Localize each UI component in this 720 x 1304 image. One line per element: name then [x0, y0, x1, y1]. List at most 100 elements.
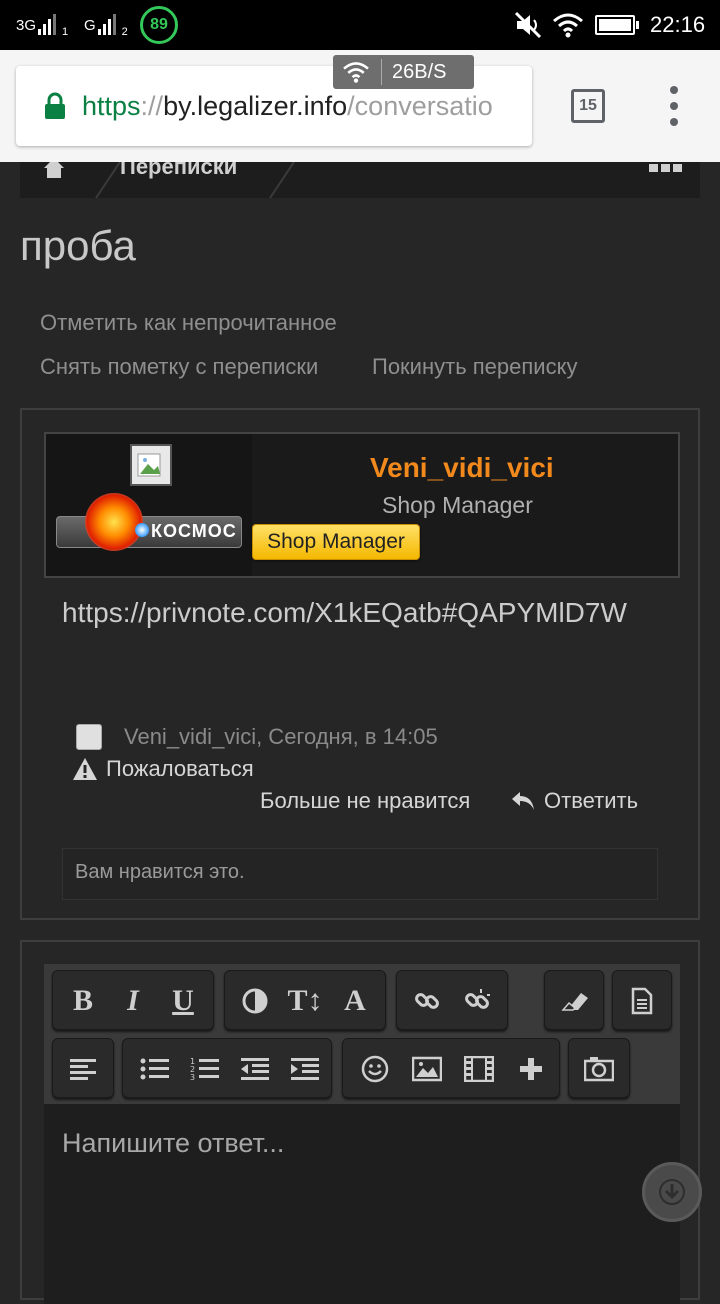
avatar-area: КОСМОС	[46, 434, 252, 576]
user-title: Shop Manager	[382, 492, 533, 518]
likes-summary: Вам нравится это.	[62, 848, 658, 900]
signal-icon	[97, 14, 116, 35]
insert-media-button[interactable]	[455, 1045, 503, 1093]
breadcrumb-menu-icon[interactable]	[648, 162, 684, 174]
url-separator: ://	[140, 90, 164, 121]
report-label: Пожаловаться	[106, 756, 254, 781]
bullet-list-button[interactable]	[131, 1045, 179, 1093]
bullet-list-icon	[140, 1058, 169, 1080]
select-message-checkbox[interactable]	[76, 724, 102, 750]
text-color-button[interactable]	[231, 977, 279, 1025]
toolbar-group-source	[612, 970, 672, 1030]
message-body[interactable]: https://privnote.com/X1kEQatb#QAPYMlD7W	[62, 588, 662, 638]
scroll-down-button[interactable]	[642, 1162, 702, 1222]
home-icon[interactable]	[42, 162, 66, 178]
menu-icon[interactable]	[667, 86, 681, 126]
reply-textarea[interactable]: Напишите ответ...	[44, 1104, 702, 1304]
numbered-list-button[interactable]: 1 2 3	[181, 1045, 229, 1093]
likes-text: Вам нравится это.	[75, 861, 245, 883]
message-meta[interactable]: Veni_vidi_vici, Сегодня, в 14:05	[124, 724, 438, 750]
link-icon	[415, 993, 439, 1009]
user-role-banner-label: Shop Manager	[267, 530, 405, 553]
italic-icon: I	[127, 984, 139, 1017]
indent-icon	[291, 1058, 319, 1080]
breadcrumb-item-conversations[interactable]: Переписки	[120, 162, 237, 180]
network-type-1: 3G	[16, 16, 37, 34]
message-card: КОСМОС Veni_vidi_vici Shop Manager Shop …	[20, 408, 700, 920]
wifi-icon	[343, 62, 369, 83]
network-speed-indicator: 26B/S	[333, 55, 474, 89]
unlink-icon	[465, 989, 490, 1009]
battery-icon	[595, 0, 639, 50]
smiley-icon	[361, 1055, 389, 1083]
mute-icon	[512, 0, 544, 50]
align-left-icon	[70, 1059, 96, 1080]
mark-unread-link[interactable]: Отметить как непрочитанное	[40, 310, 337, 336]
image-icon	[412, 1056, 442, 1082]
source-mode-button[interactable]	[618, 977, 666, 1025]
battery-badge-value: 89	[150, 16, 168, 33]
network-type-2: G	[84, 16, 96, 34]
camera-button[interactable]	[575, 1045, 623, 1093]
unstar-conversation-link[interactable]: Снять пометку с переписки	[40, 354, 318, 380]
underline-button[interactable]: U	[159, 977, 207, 1025]
outdent-button[interactable]	[231, 1045, 279, 1093]
underline-icon: U	[172, 984, 194, 1017]
reply-link[interactable]: Ответить	[510, 788, 638, 814]
tab-count: 15	[579, 97, 597, 114]
sim2-label: 2	[121, 26, 128, 38]
avatar[interactable]	[130, 444, 172, 486]
signal-sim2: G 2	[84, 0, 128, 50]
smilie-button[interactable]	[351, 1045, 399, 1093]
svg-text:3: 3	[190, 1073, 195, 1082]
leave-conversation-link[interactable]: Покинуть переписку	[372, 354, 577, 380]
indent-button[interactable]	[281, 1045, 329, 1093]
eraser-icon	[561, 993, 588, 1011]
link-button[interactable]	[403, 977, 451, 1025]
remove-format-button[interactable]	[550, 977, 598, 1025]
align-button[interactable]	[59, 1045, 107, 1093]
url-scheme: https	[82, 90, 141, 121]
font-size-button[interactable]: T↕	[281, 977, 329, 1025]
sun-icon	[85, 493, 143, 551]
italic-button[interactable]: I	[109, 977, 157, 1025]
toolbar-group-clear	[544, 970, 604, 1030]
unlike-link[interactable]: Больше не нравится	[260, 788, 470, 814]
clock: 22:16	[650, 12, 706, 37]
username-link[interactable]: Veni_vidi_vici	[370, 452, 554, 484]
reply-editor: B I U T↕ A 1 2 3 Напишите ответ...	[20, 940, 702, 1304]
signal-sim1: 3G 1	[16, 0, 68, 50]
numbered-list-icon: 1 2 3	[190, 1057, 219, 1082]
warning-icon	[73, 758, 97, 780]
user-badge: КОСМОС	[56, 493, 242, 551]
page-title: проба	[20, 222, 136, 269]
url-text: https://by.legalizer.info/conversatio	[82, 91, 493, 122]
broken-image-icon	[137, 453, 161, 477]
toolbar-group-format: B I U	[52, 970, 214, 1030]
tab-switcher-button[interactable]: 15	[571, 89, 605, 123]
badge-dot	[135, 523, 149, 537]
message-user-info: КОСМОС Veni_vidi_vici Shop Manager Shop …	[44, 432, 680, 578]
wifi-icon	[552, 0, 584, 50]
film-icon	[464, 1056, 494, 1082]
unlink-button[interactable]	[453, 977, 501, 1025]
document-icon	[631, 987, 653, 1015]
insert-more-button[interactable]	[507, 1045, 555, 1093]
report-link[interactable]: Пожаловаться	[72, 756, 254, 782]
toolbar-group-insert	[342, 1038, 560, 1098]
lock-icon	[45, 92, 65, 119]
font-family-button[interactable]: A	[331, 977, 379, 1025]
outdent-icon	[241, 1058, 269, 1080]
signal-icon	[38, 14, 57, 35]
font-icon: A	[344, 984, 366, 1017]
insert-image-button[interactable]	[403, 1045, 451, 1093]
sim1-label: 1	[62, 26, 69, 38]
editor-toolbar: B I U T↕ A 1 2 3	[44, 964, 680, 1104]
breadcrumb-separator	[269, 162, 295, 198]
contrast-icon	[242, 988, 268, 1014]
user-role-banner: Shop Manager	[252, 524, 420, 560]
toolbar-group-lists: 1 2 3	[122, 1038, 332, 1098]
battery-badge: 89	[140, 0, 178, 50]
bold-button[interactable]: B	[59, 977, 107, 1025]
plus-icon	[520, 1058, 542, 1080]
